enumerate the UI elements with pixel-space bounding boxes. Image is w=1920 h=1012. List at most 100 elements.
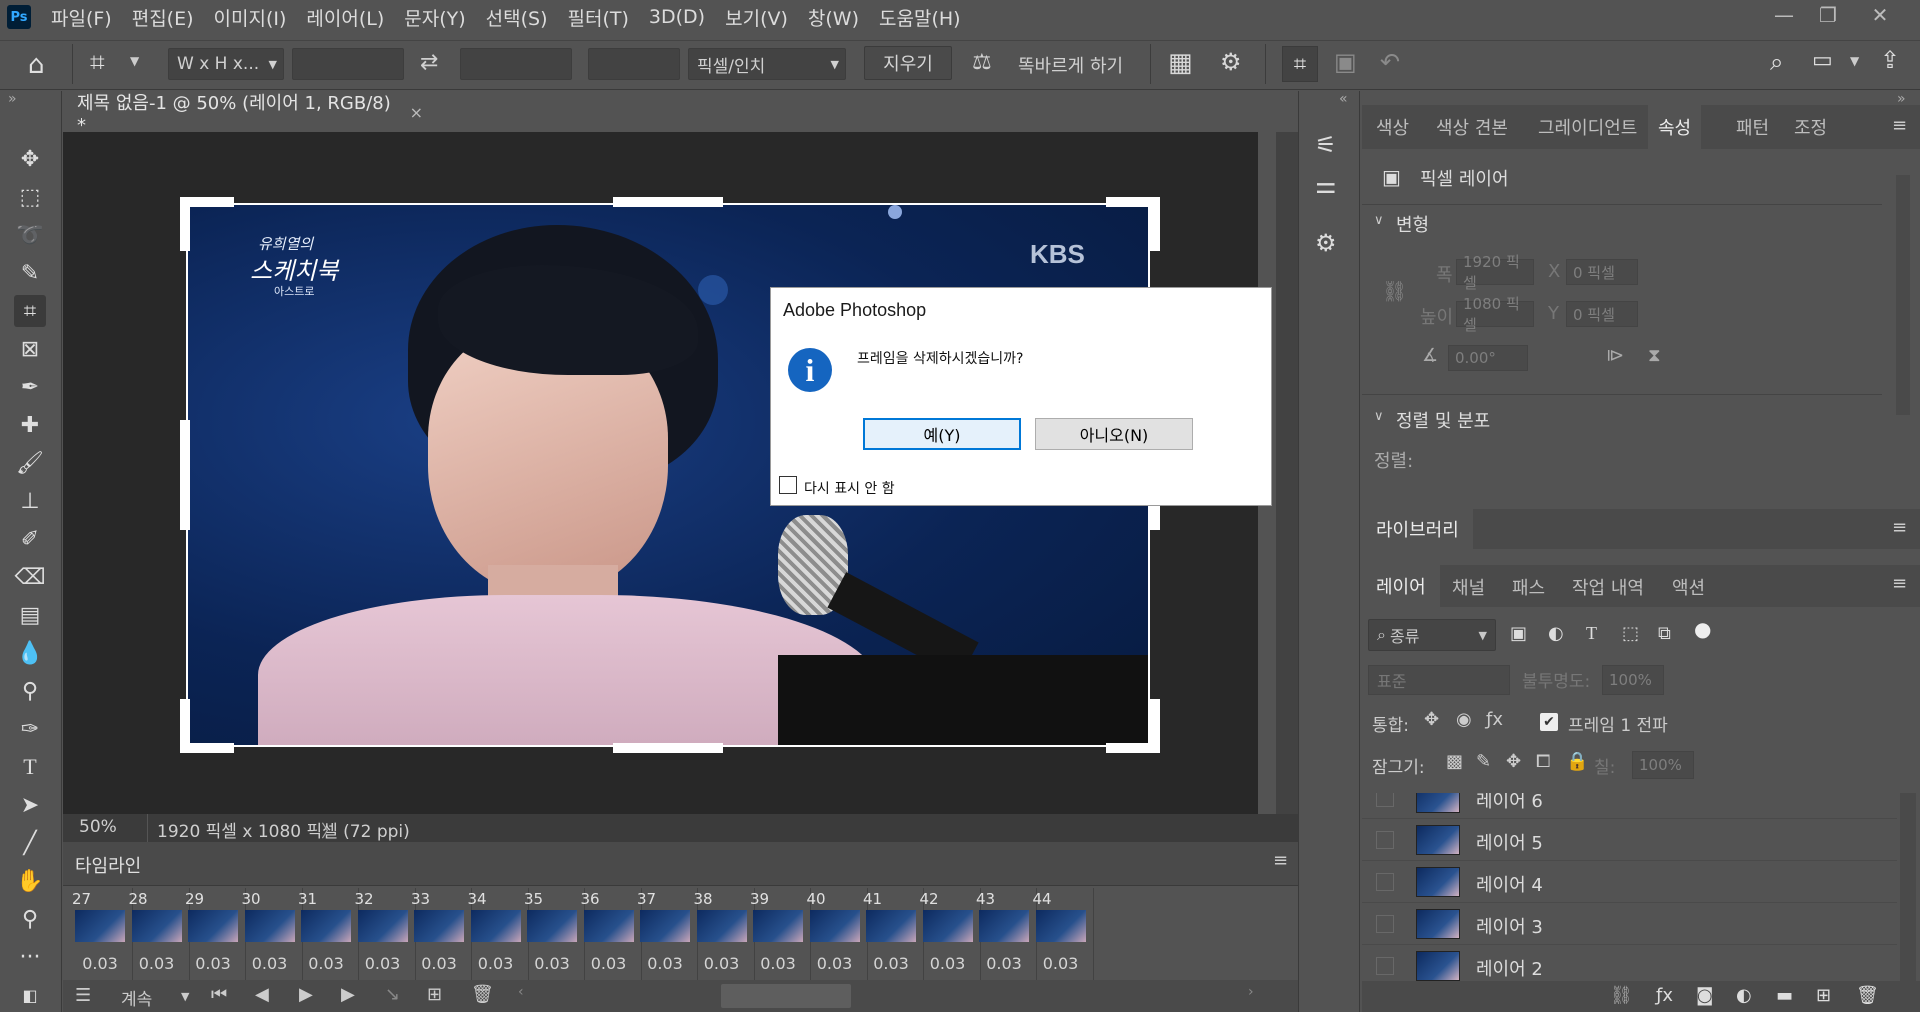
chevron-down-icon[interactable]: ∨: [1374, 213, 1384, 228]
crop-tool-icon[interactable]: ⌗: [14, 295, 46, 327]
frame-tool-icon[interactable]: ⊠: [14, 333, 46, 365]
grid-overlay-icon[interactable]: ▦: [1168, 48, 1193, 78]
height-input[interactable]: [460, 48, 572, 80]
trash-icon[interactable]: 🗑: [1856, 985, 1879, 1006]
close-icon[interactable]: ✕: [1858, 0, 1902, 30]
clear-button[interactable]: 지우기: [864, 46, 952, 80]
swap-icon[interactable]: ⇄: [420, 50, 438, 75]
chevron-down-icon[interactable]: ▼: [1850, 54, 1859, 68]
trash-icon[interactable]: 🗑: [471, 984, 494, 1005]
share-icon[interactable]: ⇪: [1880, 46, 1900, 74]
history-brush-tool-icon[interactable]: ✐: [14, 523, 46, 555]
menu-type[interactable]: 문자(Y): [404, 4, 465, 31]
restore-icon[interactable]: ❐: [1806, 0, 1850, 30]
tab-adjustments[interactable]: 조정: [1794, 105, 1827, 149]
x-field[interactable]: 0 픽셀: [1566, 259, 1638, 285]
width-input[interactable]: [292, 48, 404, 80]
filter-adjustment-icon[interactable]: ◐: [1548, 623, 1564, 644]
layer-row[interactable]: 레이어 6: [1362, 793, 1897, 819]
healing-brush-tool-icon[interactable]: ✚: [14, 409, 46, 441]
panel-menu-icon[interactable]: ≡: [1892, 517, 1907, 538]
type-tool-icon[interactable]: T: [14, 751, 46, 783]
status-menu-arrow[interactable]: 〉: [321, 817, 338, 842]
menu-file[interactable]: 파일(F): [51, 4, 112, 31]
next-frame-icon[interactable]: ▶: [341, 984, 355, 1005]
crop-handle-top-right[interactable]: [1150, 197, 1160, 251]
chevron-down-icon[interactable]: ▼: [130, 54, 139, 68]
layers-scrollbar[interactable]: [1900, 793, 1916, 983]
lock-position-icon[interactable]: ✥: [1506, 751, 1521, 772]
clone-stamp-tool-icon[interactable]: ⊥: [14, 485, 46, 517]
visibility-toggle[interactable]: [1376, 831, 1394, 849]
tab-color[interactable]: 색상: [1376, 105, 1409, 149]
reset-icon[interactable]: ↶: [1380, 48, 1400, 76]
fill-field[interactable]: 100%: [1632, 751, 1694, 779]
menu-help[interactable]: 도움말(H): [879, 4, 961, 31]
yes-button[interactable]: 예(Y): [863, 418, 1021, 450]
gear-icon[interactable]: ⚙: [1220, 48, 1242, 76]
tab-channels[interactable]: 채널: [1452, 565, 1485, 609]
layer-row[interactable]: 레이어 3: [1362, 903, 1897, 945]
crop-handle-bottom-right[interactable]: [1150, 699, 1160, 753]
quick-select-tool-icon[interactable]: ✎: [14, 257, 46, 289]
canvas-scrollbar[interactable]: [1276, 132, 1298, 814]
no-button[interactable]: 아니오(N): [1035, 418, 1193, 450]
link-layers-icon[interactable]: ⛓: [1610, 985, 1633, 1006]
layer-row[interactable]: 레이어 4: [1362, 861, 1897, 903]
flip-vertical-icon[interactable]: ⧗: [1648, 345, 1661, 366]
properties-scrollbar[interactable]: [1896, 175, 1910, 415]
tab-libraries[interactable]: 라이브러리: [1362, 509, 1473, 549]
panel-menu-icon[interactable]: ≡: [1273, 850, 1288, 871]
collapse-icon[interactable]: »: [8, 91, 17, 107]
menu-layer[interactable]: 레이어(L): [306, 4, 384, 31]
layer-name[interactable]: 레이어 3: [1476, 913, 1543, 939]
duplicate-frame-icon[interactable]: ⊞: [427, 984, 442, 1005]
lock-artboard-icon[interactable]: ⧠: [1536, 751, 1550, 772]
more-tools-icon[interactable]: ···: [14, 941, 46, 973]
straighten-icon[interactable]: ⚖: [972, 50, 992, 75]
search-icon[interactable]: ⌕: [1770, 48, 1783, 76]
lasso-tool-icon[interactable]: ➰: [14, 219, 46, 251]
tab-actions[interactable]: 액션: [1672, 565, 1705, 609]
move-tool-icon[interactable]: ✥: [14, 143, 46, 175]
zoom-tool-icon[interactable]: ⚲: [14, 903, 46, 935]
marquee-tool-icon[interactable]: ⬚: [14, 181, 46, 213]
tab-layers[interactable]: 레이어: [1362, 565, 1440, 607]
unify-position-icon[interactable]: ✥: [1424, 709, 1439, 730]
play-icon[interactable]: ▶: [299, 984, 313, 1005]
content-aware-icon[interactable]: ▣: [1334, 48, 1357, 76]
new-layer-icon[interactable]: ⊞: [1816, 985, 1831, 1006]
filter-shape-icon[interactable]: ⬚: [1622, 623, 1639, 644]
workspace-icon[interactable]: ▭: [1812, 48, 1833, 73]
dodge-tool-icon[interactable]: ⚲: [14, 675, 46, 707]
dont-show-checkbox[interactable]: [779, 476, 797, 494]
lock-all-icon[interactable]: 🔒: [1566, 751, 1588, 772]
brush-settings-icon[interactable]: ⚟: [1315, 131, 1337, 159]
filter-pixel-icon[interactable]: ▣: [1510, 623, 1527, 644]
panel-menu-icon[interactable]: ≡: [1892, 573, 1907, 594]
unify-style-icon[interactable]: ƒx: [1486, 709, 1503, 730]
width-field[interactable]: 1920 픽셀: [1456, 253, 1534, 292]
layer-mask-icon[interactable]: ◙: [1696, 985, 1713, 1006]
scroll-right-icon[interactable]: ›: [1248, 984, 1254, 1000]
y-field[interactable]: 0 픽셀: [1566, 301, 1638, 327]
adjustments-icon[interactable]: ⚌: [1315, 171, 1337, 199]
visibility-toggle[interactable]: [1376, 957, 1394, 975]
hand-tool-icon[interactable]: ✋: [14, 865, 46, 897]
loop-select[interactable]: 계속: [121, 985, 152, 1010]
layer-name[interactable]: 레이어 4: [1476, 871, 1543, 897]
layer-filter-select[interactable]: ⌕ 종류 ▼: [1368, 619, 1496, 651]
zoom-level[interactable]: 50%: [79, 817, 117, 837]
units-select[interactable]: 픽셀/인치 ▼: [688, 48, 846, 80]
adjustment-layer-icon[interactable]: ◐: [1736, 985, 1752, 1006]
transform-section-title[interactable]: 변형: [1396, 211, 1429, 237]
crop-handle-bottom-left[interactable]: [180, 699, 190, 753]
crop-handle-left[interactable]: [180, 420, 190, 530]
lock-image-icon[interactable]: ✎: [1476, 751, 1491, 772]
scroll-left-icon[interactable]: ‹: [518, 984, 524, 1000]
chevron-down-icon[interactable]: ∨: [1374, 409, 1384, 424]
panel-menu-icon[interactable]: ≡: [1892, 115, 1907, 136]
timeline-frame[interactable]: 44 0.03: [1028, 888, 1094, 980]
ratio-select[interactable]: W x H x... ▼: [168, 48, 284, 80]
tab-gradients[interactable]: 그레이디언트: [1538, 105, 1637, 149]
